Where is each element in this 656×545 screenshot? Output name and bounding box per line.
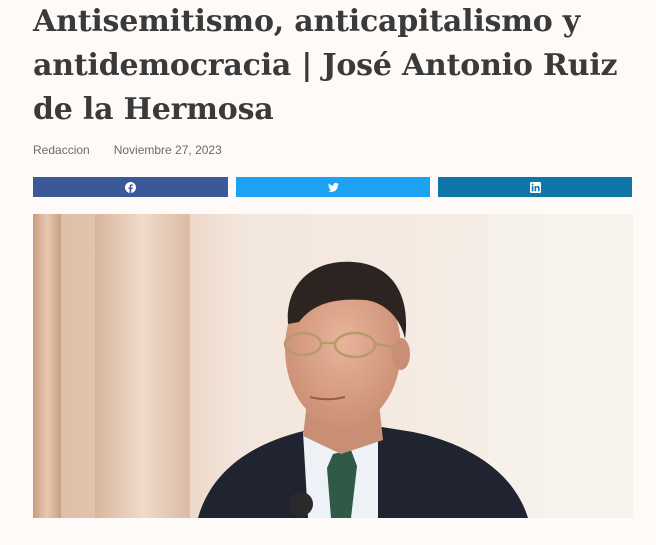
twitter-share-button[interactable] [236,177,430,197]
article-page: Antisemitismo, anticapitalismo y antidem… [0,0,656,545]
twitter-icon [327,182,339,192]
facebook-icon [125,181,136,193]
article-title: Antisemitismo, anticapitalismo y antidem… [33,4,618,127]
article-date: Noviembre 27, 2023 [113,143,222,157]
linkedin-share-button[interactable] [438,177,632,197]
facebook-share-button[interactable] [33,177,228,197]
article-meta: Redaccion Noviembre 27, 2023 [33,143,222,157]
linkedin-icon [529,181,541,193]
article-featured-image [33,214,633,518]
article-author[interactable]: Redaccion [33,143,90,157]
